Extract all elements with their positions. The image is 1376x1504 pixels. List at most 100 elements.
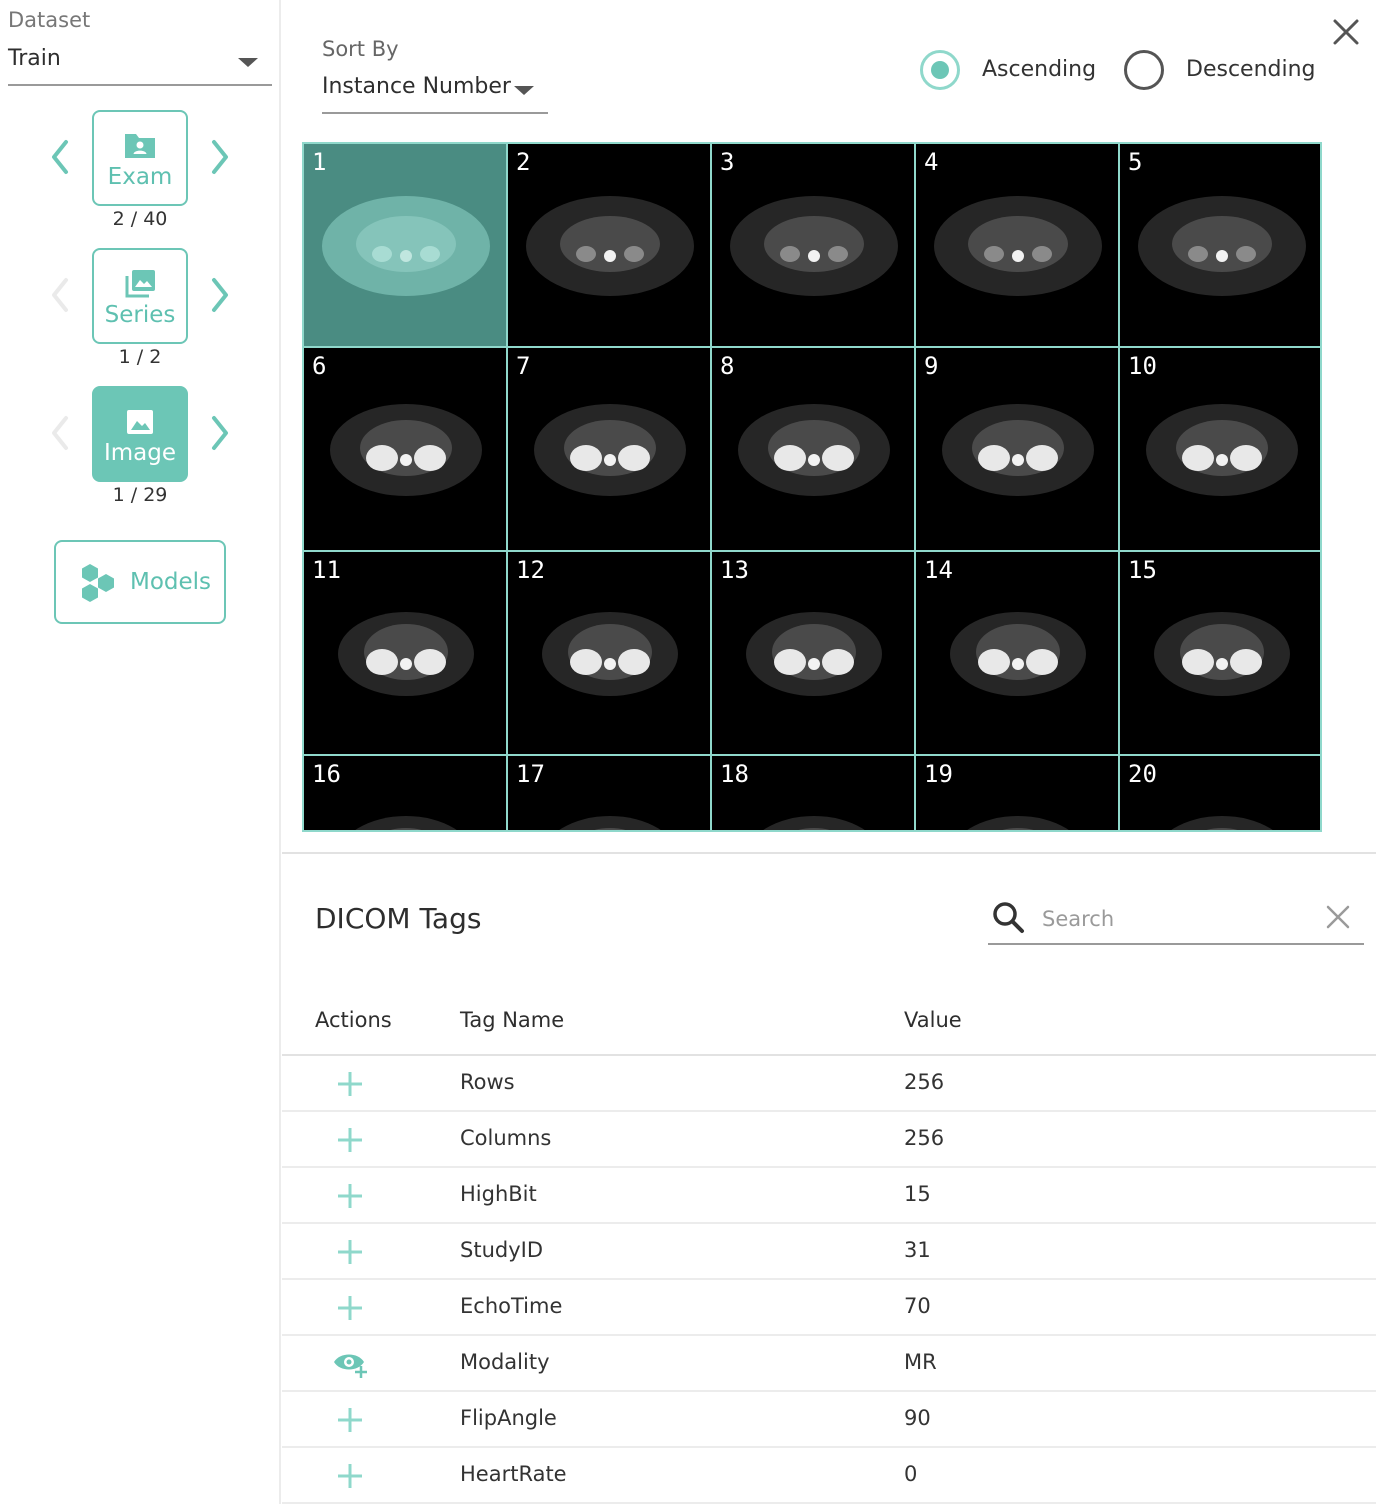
mr-slice-image: [534, 404, 686, 496]
image-stack-icon: [125, 270, 155, 298]
thumbnail-number: 15: [1128, 556, 1157, 584]
thumbnail-number: 5: [1128, 148, 1143, 176]
dataset-select[interactable]: Train: [8, 44, 272, 86]
add-icon[interactable]: [332, 1460, 368, 1492]
tag-value: 70: [904, 1294, 931, 1318]
thumbnail-11[interactable]: 11: [304, 552, 508, 756]
ascending-label: Ascending: [982, 57, 1097, 82]
mr-slice-image: [934, 196, 1102, 296]
table-row: EchoTime 70: [282, 1280, 1376, 1336]
add-icon[interactable]: [332, 1292, 368, 1324]
tag-name: EchoTime: [460, 1294, 563, 1318]
chevron-right-icon: [212, 140, 228, 174]
dicom-tags-title: DICOM Tags: [315, 902, 482, 935]
sort-by-select[interactable]: Instance Number: [322, 70, 548, 114]
add-icon[interactable]: [332, 1124, 368, 1156]
thumbnail-number: 11: [312, 556, 341, 584]
series-navigator: Series 1 / 2: [0, 248, 281, 378]
radio-checked-icon: [920, 50, 960, 90]
thumbnail-8[interactable]: 8: [712, 348, 916, 552]
thumbnail-number: 3: [720, 148, 735, 176]
exam-prev-button[interactable]: [42, 132, 78, 182]
thumbnail-14[interactable]: 14: [916, 552, 1120, 756]
add-icon[interactable]: [332, 1404, 368, 1436]
add-icon[interactable]: [332, 1180, 368, 1212]
thumbnail-number: 12: [516, 556, 545, 584]
thumbnail-number: 14: [924, 556, 953, 584]
image-navigator: Image 1 / 29: [0, 386, 281, 516]
section-divider: [282, 852, 1376, 854]
tag-search-input[interactable]: [1042, 901, 1312, 937]
thumbnail-2[interactable]: 2: [508, 144, 712, 348]
image-icon: [127, 410, 153, 434]
tag-name: Rows: [460, 1070, 515, 1094]
thumbnail-1[interactable]: 1: [304, 144, 508, 348]
tag-name: Modality: [460, 1350, 550, 1374]
tag-search-box: [988, 893, 1364, 945]
add-icon[interactable]: [332, 1236, 368, 1268]
sort-by-label: Sort By: [322, 37, 399, 61]
exam-button[interactable]: Exam: [92, 110, 188, 206]
thumbnail-10[interactable]: 10: [1120, 348, 1320, 552]
series-prev-button[interactable]: [42, 270, 78, 320]
exam-navigator: Exam 2 / 40: [0, 110, 281, 240]
image-prev-button[interactable]: [42, 408, 78, 458]
clear-search-icon[interactable]: [1324, 903, 1352, 931]
thumbnail-18[interactable]: 18: [712, 756, 916, 830]
mr-slice-image: [730, 196, 898, 296]
thumbnail-9[interactable]: 9: [916, 348, 1120, 552]
thumbnail-6[interactable]: 6: [304, 348, 508, 552]
chevron-left-icon: [52, 140, 68, 174]
chevron-right-icon: [212, 416, 228, 450]
table-row: Rows 256: [282, 1056, 1376, 1112]
ascending-radio[interactable]: Ascending: [920, 48, 1100, 92]
exam-count: 2 / 40: [112, 208, 168, 230]
image-next-button[interactable]: [202, 408, 238, 458]
series-count: 1 / 2: [118, 346, 162, 368]
thumbnail-number: 19: [924, 760, 953, 788]
descending-radio[interactable]: Descending: [1124, 48, 1316, 92]
thumbnail-20[interactable]: 20: [1120, 756, 1320, 830]
thumbnail-5[interactable]: 5: [1120, 144, 1320, 348]
caret-down-icon: [514, 86, 534, 95]
thumbnail-number: 2: [516, 148, 531, 176]
folder-user-icon: [125, 134, 155, 158]
table-row: HeartRate 0: [282, 1448, 1376, 1504]
thumbnail-4[interactable]: 4: [916, 144, 1120, 348]
sort-by-value: Instance Number: [322, 74, 511, 99]
thumbnail-number: 8: [720, 352, 735, 380]
models-label: Models: [130, 569, 212, 595]
series-next-button[interactable]: [202, 270, 238, 320]
table-row: Modality MR: [282, 1336, 1376, 1392]
tag-name: Columns: [460, 1126, 552, 1150]
chevron-left-icon: [52, 278, 68, 312]
eye-add-icon[interactable]: [332, 1348, 368, 1380]
thumbnail-number: 13: [720, 556, 749, 584]
series-button[interactable]: Series: [92, 248, 188, 344]
tag-value: 256: [904, 1070, 945, 1094]
thumbnail-13[interactable]: 13: [712, 552, 916, 756]
tag-value: 31: [904, 1238, 931, 1262]
thumbnail-3[interactable]: 3: [712, 144, 916, 348]
table-row: FlipAngle 90: [282, 1392, 1376, 1448]
close-icon[interactable]: [1330, 16, 1362, 48]
column-header-value[interactable]: Value: [904, 1008, 962, 1032]
thumbnail-15[interactable]: 15: [1120, 552, 1320, 756]
thumbnail-7[interactable]: 7: [508, 348, 712, 552]
thumbnail-grid: 1 2 3 4 5 6 7 8 9 10 11 12 13 14 15 16 17 18 19 20: [302, 142, 1322, 832]
thumbnail-19[interactable]: 19: [916, 756, 1120, 830]
thumbnail-12[interactable]: 12: [508, 552, 712, 756]
descending-label: Descending: [1186, 57, 1316, 82]
exam-label: Exam: [107, 164, 173, 190]
add-icon[interactable]: [332, 1068, 368, 1100]
exam-next-button[interactable]: [202, 132, 238, 182]
thumbnail-number: 20: [1128, 760, 1157, 788]
thumbnail-16[interactable]: 16: [304, 756, 508, 830]
image-button[interactable]: Image: [92, 386, 188, 482]
models-button[interactable]: Models: [54, 540, 226, 624]
left-sidebar: Dataset Train Exam 2 / 40 Series 1 / 2 I…: [0, 0, 281, 1504]
search-icon: [993, 902, 1024, 933]
column-header-tag-name[interactable]: Tag Name: [460, 1008, 564, 1032]
tag-name: FlipAngle: [460, 1406, 557, 1430]
thumbnail-17[interactable]: 17: [508, 756, 712, 830]
